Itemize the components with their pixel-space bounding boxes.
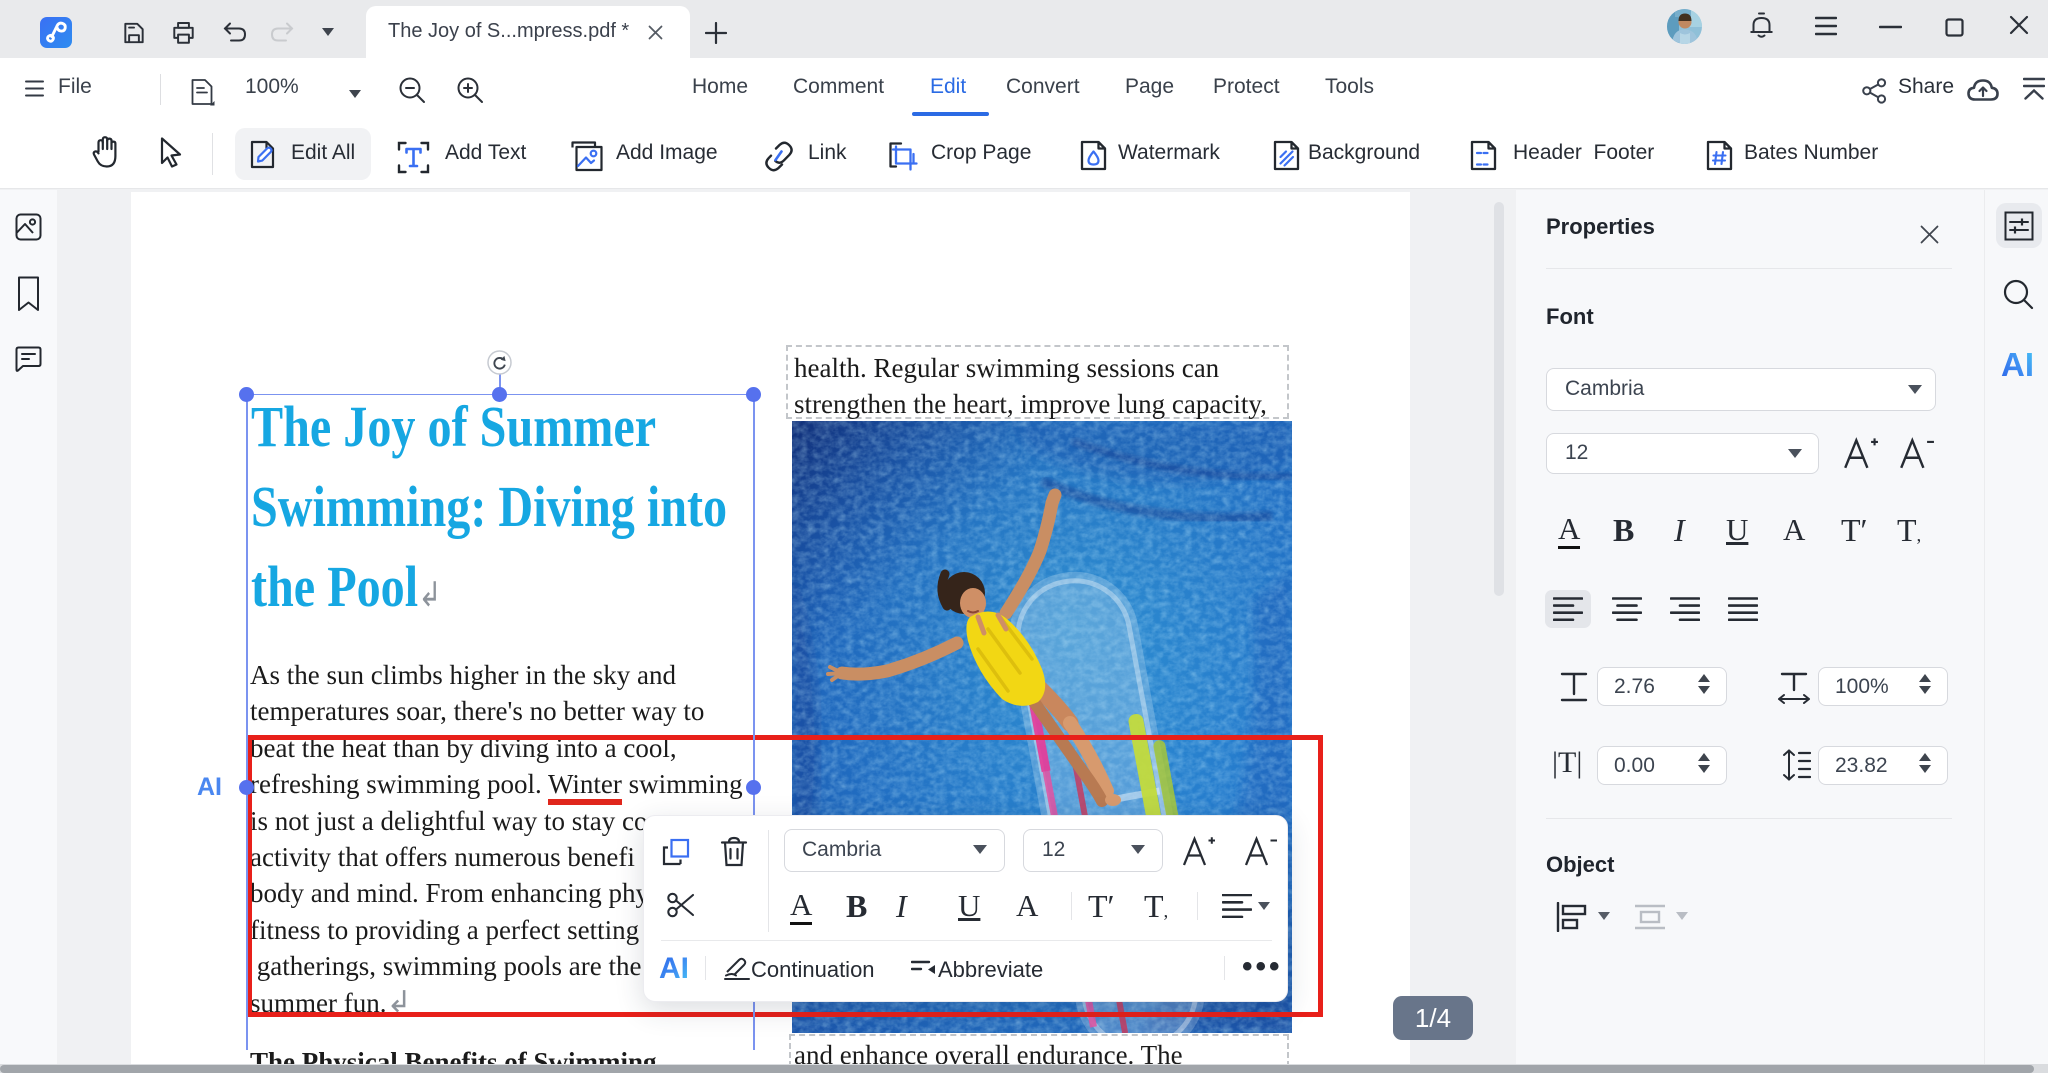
svg-text:AI: AI [2001,348,2034,382]
svg-text:AI: AI [659,952,689,984]
